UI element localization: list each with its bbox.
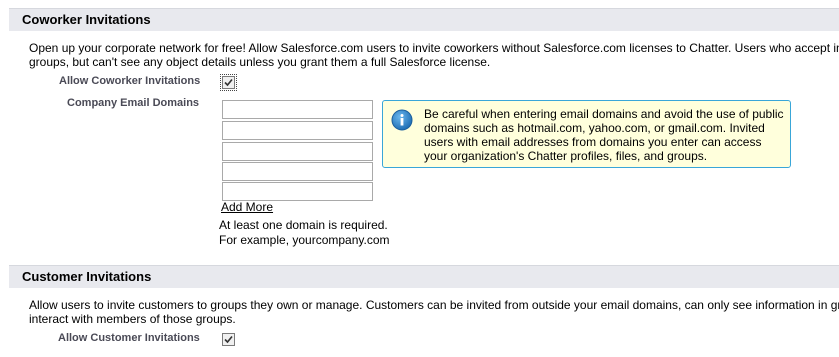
allow-customer-invitations-label: Allow Customer Invitations (58, 332, 200, 344)
add-more-link[interactable]: Add More (221, 200, 273, 214)
checkmark-icon (224, 335, 233, 344)
domain-hint-required: At least one domain is required. (219, 218, 388, 232)
customer-description-line2: interact with members of those groups. (29, 312, 236, 326)
coworker-section-header: Coworker Invitations (9, 8, 839, 31)
email-domain-input-3[interactable] (222, 142, 373, 161)
chatter-invitations-page: Coworker Invitations Open up your corpor… (0, 0, 839, 357)
customer-description-line1: Allow users to invite customers to group… (29, 298, 839, 312)
customer-section-title: Customer Invitations (22, 269, 152, 284)
email-domain-input-1[interactable] (222, 100, 373, 119)
domain-warning-text: Be careful when entering email domains a… (424, 107, 784, 163)
coworker-description-line2: groups, but can't see any object details… (29, 55, 491, 69)
coworker-section-title: Coworker Invitations (22, 12, 151, 27)
allow-coworker-invitations-label: Allow Coworker Invitations (59, 75, 201, 87)
info-icon (391, 109, 413, 131)
customer-section-header: Customer Invitations (9, 265, 839, 288)
allow-coworker-invitations-checkbox[interactable] (220, 74, 237, 91)
email-domain-input-5[interactable] (222, 182, 373, 201)
checkmark-icon (224, 78, 233, 87)
coworker-description-line1: Open up your corporate network for free!… (29, 41, 839, 55)
domain-hint-example: For example, yourcompany.com (219, 233, 390, 247)
domain-warning-box: Be careful when entering email domains a… (382, 100, 791, 168)
company-email-domains-label: Company Email Domains (67, 97, 200, 109)
allow-customer-invitations-checkbox[interactable] (222, 333, 235, 346)
email-domain-input-4[interactable] (222, 162, 373, 181)
email-domain-input-2[interactable] (222, 121, 373, 140)
